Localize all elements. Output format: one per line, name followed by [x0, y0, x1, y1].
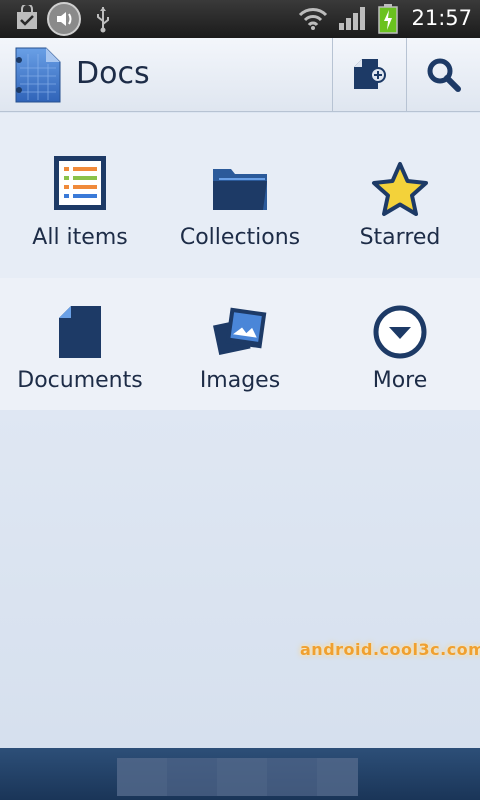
- all-items-tile[interactable]: All items: [0, 113, 160, 278]
- images-tile[interactable]: Images: [160, 278, 320, 410]
- app-title: Docs: [76, 56, 150, 91]
- documents-tile[interactable]: Documents: [0, 278, 160, 410]
- list-icon: [54, 156, 106, 210]
- bottom-bar-segment: [167, 758, 217, 796]
- bottom-bar: [0, 748, 480, 800]
- bottom-bar-segment: [317, 758, 358, 796]
- status-bar: 21:57: [0, 0, 480, 38]
- signal-icon: [339, 7, 365, 30]
- all-items-label: All items: [32, 225, 128, 250]
- wifi-icon: [298, 8, 328, 30]
- more-label: More: [372, 368, 428, 393]
- battery-charging-icon: [378, 4, 398, 34]
- action-bar: Docs: [0, 38, 480, 112]
- watermark-text: android.cool3c.com: [300, 640, 480, 659]
- search-icon: [427, 58, 461, 92]
- more-tile[interactable]: More: [320, 278, 480, 410]
- bottom-bar-segment: [217, 758, 267, 796]
- grid-row-1: All items Collections Starred: [0, 113, 480, 278]
- status-time: 21:57: [411, 6, 472, 30]
- usb-icon: [97, 7, 109, 33]
- new-document-icon: [353, 58, 386, 89]
- grid-row-2: Documents Images More: [0, 278, 480, 410]
- docs-app-icon[interactable]: [12, 46, 64, 104]
- starred-tile[interactable]: Starred: [320, 113, 480, 278]
- starred-label: Starred: [359, 225, 441, 250]
- collections-tile[interactable]: Collections: [160, 113, 320, 278]
- star-icon: [372, 162, 428, 216]
- images-icon: [213, 307, 267, 356]
- folder-icon: [213, 169, 267, 210]
- content-area: [0, 410, 480, 748]
- document-icon: [59, 306, 101, 358]
- bottom-bar-segment: [267, 758, 317, 796]
- images-label: Images: [199, 368, 281, 393]
- documents-label: Documents: [17, 368, 143, 393]
- search-button[interactable]: [406, 38, 480, 111]
- collections-label: Collections: [179, 225, 301, 250]
- new-document-button[interactable]: [332, 38, 406, 111]
- bottom-bar-segment: [117, 758, 167, 796]
- volume-icon: [47, 2, 81, 36]
- more-down-icon: [373, 305, 427, 359]
- notification-bag-icon: [17, 5, 37, 29]
